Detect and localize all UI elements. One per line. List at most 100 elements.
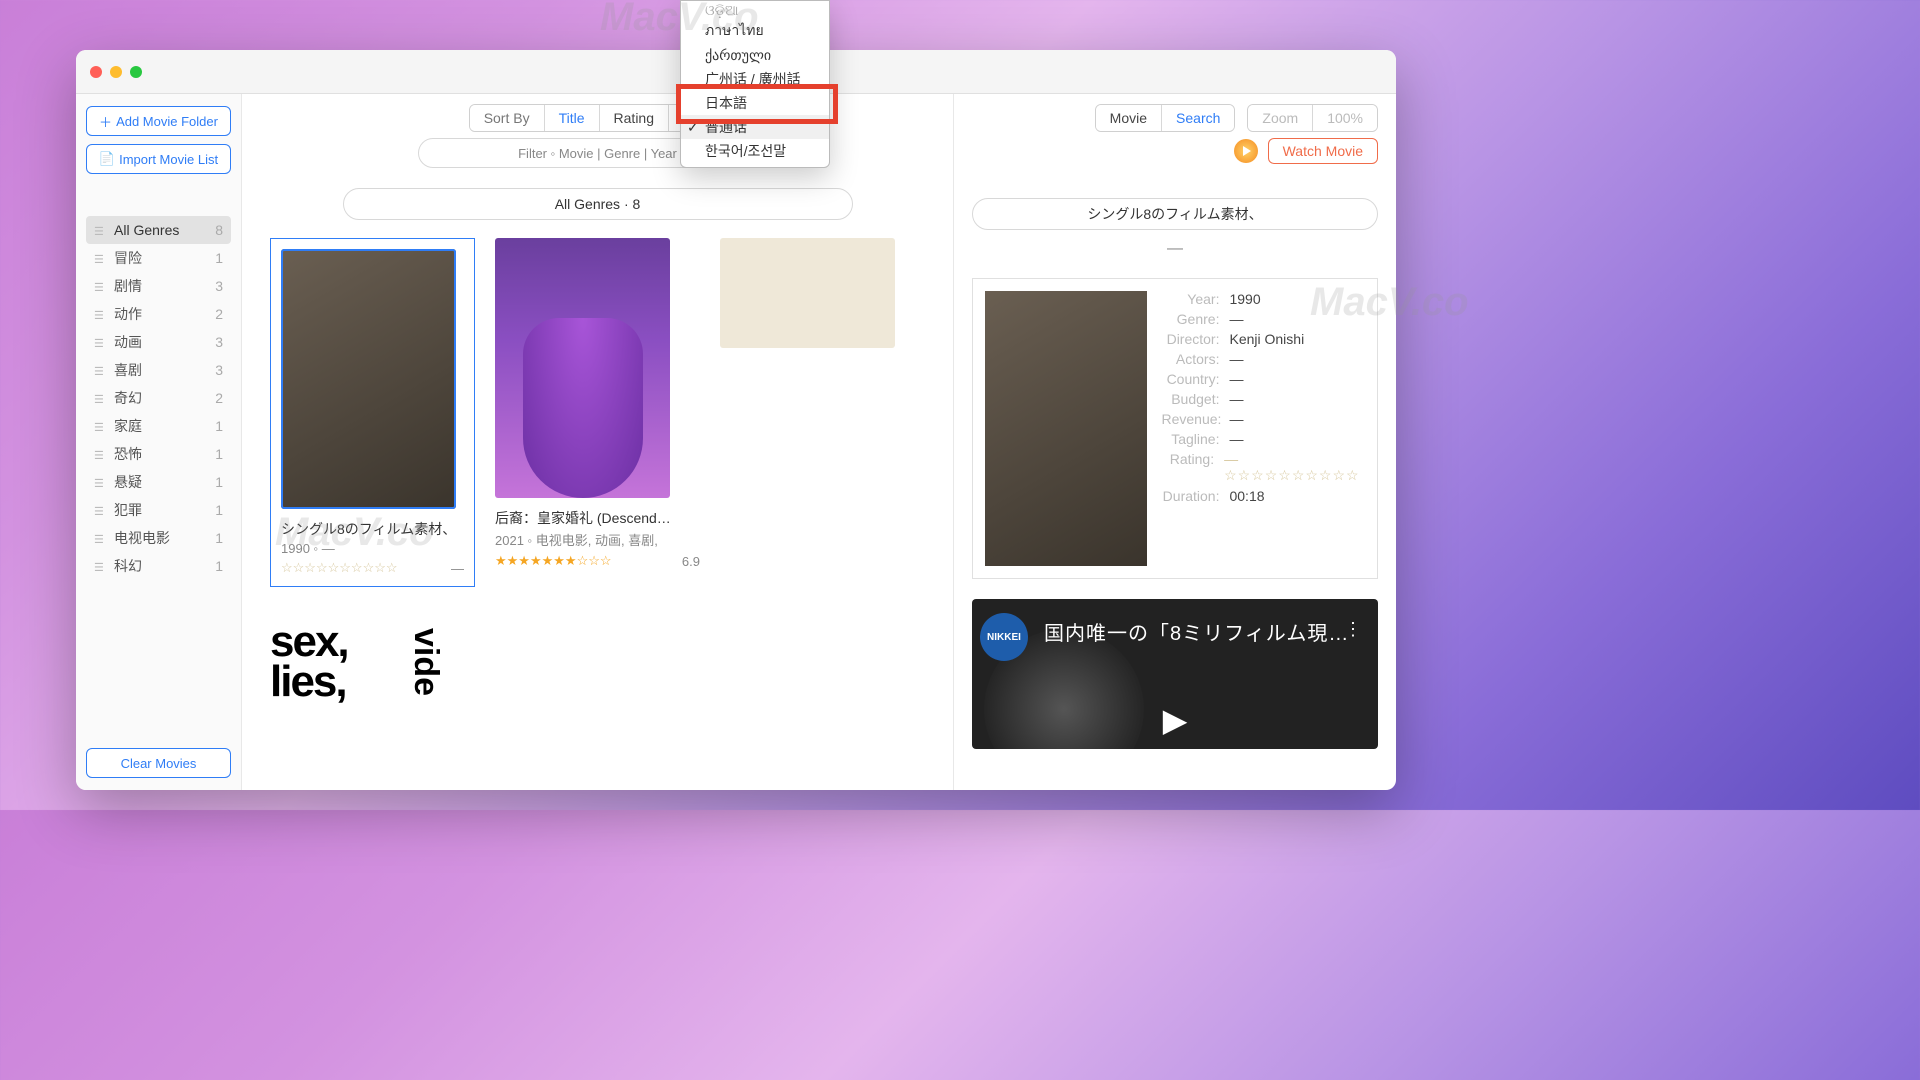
language-label: 日本語 (705, 93, 747, 113)
genre-label: All Genres (114, 222, 179, 238)
film-icon (94, 446, 108, 462)
clear-movies-button[interactable]: Clear Movies (86, 748, 231, 778)
language-option[interactable]: ଓଡ଼ିଆ (681, 1, 829, 19)
genre-count: 1 (215, 250, 223, 266)
sidebar-genre-item[interactable]: 科幻 1 (86, 552, 231, 580)
detail-key: Director: (1161, 331, 1219, 347)
genre-label: 喜剧 (114, 360, 142, 380)
detail-value: — (1229, 371, 1243, 387)
genre-label: 剧情 (114, 276, 142, 296)
genre-count: 2 (215, 390, 223, 406)
genre-count: 1 (215, 446, 223, 462)
detail-value: 00:18 (1229, 488, 1264, 504)
detail-value: Kenji Onishi (1229, 331, 1304, 347)
sidebar-genre-item[interactable]: 恐怖 1 (86, 440, 231, 468)
movie-button[interactable]: Movie (1096, 105, 1162, 131)
detail-key: Actors: (1161, 351, 1219, 367)
movie-card[interactable] (720, 238, 925, 587)
minimize-button[interactable] (110, 66, 122, 78)
sidebar-genre-item[interactable]: 冒险 1 (86, 244, 231, 272)
detail-row: Duration: 00:18 (1161, 488, 1365, 504)
genre-label: 犯罪 (114, 500, 142, 520)
language-option[interactable]: 广州话 / 廣州話 (681, 67, 829, 91)
movie-meta: 2021 ◦ 电视电影, 动画, 喜剧, (495, 530, 700, 549)
detail-value: — (1229, 311, 1243, 327)
language-label: ภาษาไทย (705, 20, 764, 42)
sidebar-genre-item[interactable]: 动作 2 (86, 300, 231, 328)
sidebar-genre-item[interactable]: 动画 3 (86, 328, 231, 356)
language-option[interactable]: 한국어/조선말 (681, 139, 829, 163)
sort-rating-button[interactable]: Rating (600, 105, 669, 131)
detail-row: Revenue: — (1161, 411, 1365, 427)
movie-search-segmented: Movie Search (1095, 104, 1236, 132)
sidebar-genre-item[interactable]: 犯罪 1 (86, 496, 231, 524)
film-icon (94, 306, 108, 322)
sort-title-button[interactable]: Title (545, 105, 600, 131)
genre-count: 2 (215, 306, 223, 322)
sidebar-genre-item[interactable]: 悬疑 1 (86, 468, 231, 496)
movie-card[interactable]: sex, lies,vide (270, 607, 475, 727)
sidebar-genre-item[interactable]: 剧情 3 (86, 272, 231, 300)
maximize-button[interactable] (130, 66, 142, 78)
video-preview[interactable]: NIKKEI 国内唯一の「8ミリフィルム現… ⋮ ▶ (972, 599, 1378, 749)
language-option[interactable]: ภาษาไทย (681, 19, 829, 43)
check-icon: ✓ (687, 119, 699, 136)
detail-row: Country: — (1161, 371, 1365, 387)
language-option[interactable]: 日本語 (681, 91, 829, 115)
detail-key: Year: (1161, 291, 1219, 307)
detail-value: — (1229, 431, 1243, 447)
import-movie-list-button[interactable]: 📄 Import Movie List (86, 144, 231, 174)
genre-label: 电视电影 (114, 528, 170, 548)
detail-key: Country: (1161, 371, 1219, 387)
close-button[interactable] (90, 66, 102, 78)
movie-card[interactable]: 后裔：皇家婚礼 (Descend…2021 ◦ 电视电影, 动画, 喜剧,★★★… (495, 238, 700, 587)
zoom-value[interactable]: 100% (1313, 105, 1377, 131)
detail-row: Actors: — (1161, 351, 1365, 367)
genre-label: 冒险 (114, 248, 142, 268)
play-icon[interactable] (1234, 139, 1258, 163)
video-title: 国内唯一の「8ミリフィルム現… (1044, 617, 1349, 646)
film-icon (94, 558, 108, 574)
zoom-label: Zoom (1248, 105, 1313, 131)
detail-value: — ☆☆☆☆☆☆☆☆☆☆ (1224, 451, 1365, 484)
sidebar-genre-item[interactable]: 喜剧 3 (86, 356, 231, 384)
movie-title: シングル8のフィルム素材、 (281, 519, 464, 539)
genre-count: 1 (215, 530, 223, 546)
genre-count: 1 (215, 558, 223, 574)
language-option[interactable]: ქართული (681, 43, 829, 67)
sidebar-genre-item[interactable]: 奇幻 2 (86, 384, 231, 412)
film-icon (94, 418, 108, 434)
sort-by-label: Sort By (470, 105, 545, 131)
genre-label: 奇幻 (114, 388, 142, 408)
detail-row: Tagline: — (1161, 431, 1365, 447)
movie-grid: シングル8のフィルム素材、1990 ◦ —☆☆☆☆☆☆☆☆☆☆—后裔：皇家婚礼 … (270, 238, 925, 727)
add-movie-folder-button[interactable]: ＋ Add Movie Folder (86, 106, 231, 136)
watch-movie-button[interactable]: Watch Movie (1268, 138, 1378, 164)
detail-value: — (1229, 351, 1243, 367)
film-icon (94, 334, 108, 350)
detail-value: — (1229, 411, 1243, 427)
grid-heading: All Genres · 8 (343, 188, 853, 220)
sidebar-genre-item[interactable]: 电视电影 1 (86, 524, 231, 552)
language-label: 普通话 (705, 117, 747, 137)
window-controls (90, 66, 142, 78)
search-button[interactable]: Search (1162, 105, 1234, 131)
detail-row: Genre: — (1161, 311, 1365, 327)
language-dropdown[interactable]: ଓଡ଼ିଆภาษาไทยქართული广州话 / 廣州話日本語 ✓ 普通话한국어/조… (680, 0, 830, 168)
genre-label: 动作 (114, 304, 142, 324)
movie-card[interactable]: シングル8のフィルム素材、1990 ◦ —☆☆☆☆☆☆☆☆☆☆— (270, 238, 475, 587)
language-option[interactable]: ✓ 普通话 (681, 115, 829, 139)
film-icon (94, 250, 108, 266)
video-play-icon[interactable]: ▶ (1163, 701, 1188, 739)
sidebar-genre-item[interactable]: 家庭 1 (86, 412, 231, 440)
film-icon (94, 474, 108, 490)
kebab-icon[interactable]: ⋮ (1344, 619, 1362, 640)
detail-box: Year: 1990Genre: —Director: Kenji Onishi… (972, 278, 1378, 579)
detail-key: Genre: (1161, 311, 1219, 327)
movie-poster: sex, lies,vide (270, 607, 445, 717)
genre-label: 家庭 (114, 416, 142, 436)
genre-label: 悬疑 (114, 472, 142, 492)
language-label: 广州话 / 廣州話 (705, 69, 801, 89)
detail-key: Rating: (1161, 451, 1214, 484)
sidebar-genre-item[interactable]: All Genres 8 (86, 216, 231, 244)
